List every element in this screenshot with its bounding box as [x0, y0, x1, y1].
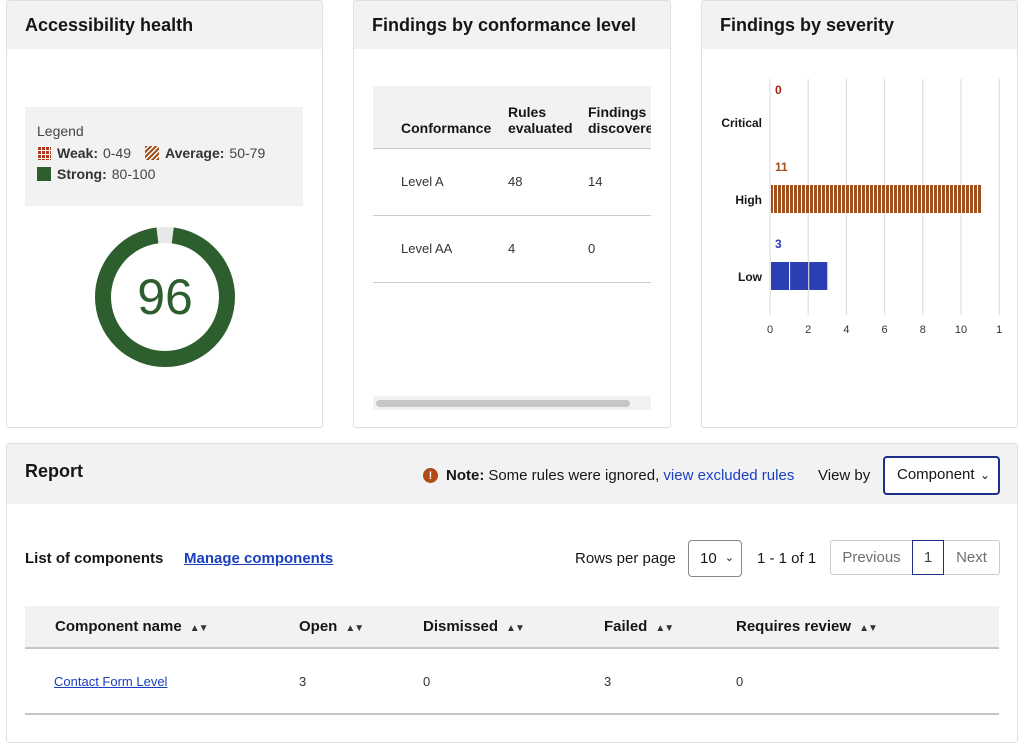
card-title: Accessibility health — [7, 1, 322, 49]
report-section: Report ! Note: Some rules were ignored, … — [6, 443, 1018, 743]
conformance-table: Conformance Rules evaluated Findings dis… — [373, 86, 651, 283]
weak-swatch-icon — [37, 146, 51, 160]
dismissed-count: 0 — [423, 648, 604, 715]
next-button[interactable]: Next — [944, 541, 999, 574]
conformance-card: Findings by conformance level Conformanc… — [353, 0, 671, 428]
components-table: Component name ▲▼ Open ▲▼ Dismissed ▲▼ Fail… — [25, 606, 999, 715]
chevron-down-icon: ⌄ — [724, 552, 734, 564]
card-title: Findings by severity — [702, 1, 1017, 49]
severity-card: Findings by severity 0 2 4 6 8 10 1 Critical 0 Hi… — [701, 0, 1018, 428]
x-tick-label: 0 — [767, 324, 773, 336]
rows-per-page-label: Rows per page — [575, 550, 676, 567]
note-text: Some rules were ignored, — [488, 467, 660, 484]
sort-icon: ▲▼ — [655, 623, 674, 634]
view-by-label: View by — [818, 467, 871, 484]
report-title: Report — [25, 461, 83, 481]
previous-button[interactable]: Previous — [831, 541, 912, 574]
category-label: Critical — [721, 116, 762, 130]
col-failed[interactable]: Failed ▲▼ — [604, 606, 736, 649]
legend-title: Legend — [37, 123, 84, 139]
category-label: Low — [738, 270, 763, 284]
view-by-select[interactable]: Component ⌄ — [883, 456, 1000, 495]
accessibility-health-card: Accessibility health Legend Weak: 0-49 A… — [6, 0, 323, 428]
x-tick-label: 1 — [996, 324, 1002, 336]
chevron-down-icon: ⌄ — [979, 468, 990, 482]
x-tick-label: 6 — [882, 324, 888, 336]
health-score: 96 — [137, 269, 193, 325]
bar — [790, 262, 809, 290]
col-findings-discovered: Findings discovered — [588, 86, 651, 148]
sort-icon: ▲▼ — [506, 623, 525, 634]
horizontal-scrollbar[interactable] — [373, 396, 651, 410]
x-tick-label: 2 — [805, 324, 811, 336]
card-title: Findings by conformance level — [354, 1, 670, 49]
legend-average: Average: 50-79 — [145, 145, 265, 161]
sort-icon: ▲▼ — [189, 623, 209, 634]
list-label: List of components — [25, 550, 164, 567]
bar — [771, 185, 982, 213]
table-row: Level A 48 14 — [373, 147, 651, 215]
category-label: High — [735, 193, 762, 207]
scrollbar-thumb[interactable] — [376, 400, 630, 407]
col-open[interactable]: Open ▲▼ — [299, 606, 423, 649]
x-tick-label: 8 — [920, 324, 926, 336]
col-rules-evaluated: Rules evaluated — [508, 86, 588, 148]
table-row: Level AA 4 0 — [373, 214, 651, 283]
sort-icon: ▲▼ — [345, 623, 364, 634]
requires-review-count: 0 — [736, 648, 999, 715]
page-1-button[interactable]: 1 — [912, 540, 944, 575]
note-label: Note: — [446, 467, 485, 484]
sort-icon: ▲▼ — [859, 623, 878, 634]
bar — [771, 262, 790, 290]
report-header: Report ! Note: Some rules were ignored, … — [7, 444, 1017, 504]
x-tick-label: 10 — [955, 324, 967, 336]
health-score-donut: 96 — [94, 226, 236, 368]
legend-weak: Weak: 0-49 — [37, 145, 131, 161]
x-tick-label: 4 — [843, 324, 849, 336]
severity-chart: 0 2 4 6 8 10 1 Critical 0 High 11 Low 3 — [721, 79, 1002, 336]
conformance-table-scroll[interactable]: Conformance Rules evaluated Findings dis… — [373, 86, 651, 406]
data-label: 3 — [775, 237, 782, 251]
col-dismissed[interactable]: Dismissed ▲▼ — [423, 606, 604, 649]
strong-swatch-icon — [37, 167, 51, 181]
component-name-link[interactable]: Contact Form Level — [54, 674, 167, 689]
col-conformance: Conformance — [373, 86, 508, 148]
view-excluded-rules-link[interactable]: view excluded rules — [663, 467, 794, 484]
open-count: 3 — [299, 648, 423, 715]
data-label: 0 — [775, 83, 782, 97]
average-swatch-icon — [145, 146, 160, 160]
failed-count: 3 — [604, 648, 736, 715]
col-component-name[interactable]: Component name ▲▼ — [25, 606, 299, 649]
col-requires-review[interactable]: Requires review ▲▼ — [736, 606, 999, 649]
warning-icon: ! — [423, 468, 438, 483]
pagination-range: 1 - 1 of 1 — [757, 550, 817, 567]
manage-components-link[interactable]: Manage components — [184, 550, 333, 567]
legend: Legend Weak: 0-49 Average: 50-79 Strong:… — [25, 107, 303, 206]
data-label: 11 — [775, 160, 788, 174]
table-row: Contact Form Level 3 0 3 0 — [25, 648, 999, 715]
bar — [809, 262, 828, 290]
ignored-rules-note: ! Note: Some rules were ignored, view ex… — [423, 467, 794, 484]
legend-strong: Strong: 80-100 — [37, 166, 155, 182]
rows-per-page-select[interactable]: 10 ⌄ — [688, 540, 742, 577]
pagination: Previous 1 Next — [830, 540, 1000, 575]
